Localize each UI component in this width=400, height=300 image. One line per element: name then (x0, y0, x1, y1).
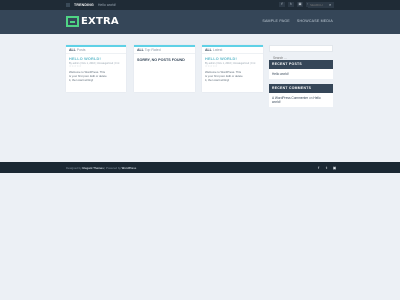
no-posts-message: SORRY, NO POSTS FOUND (137, 58, 185, 62)
search-icon[interactable]: ⌕ (329, 2, 331, 8)
footer-credit: Designed by Elegant Themes | Powered by … (66, 166, 136, 170)
elegant-themes-link[interactable]: Elegant Themes (82, 166, 103, 170)
module-header-strong: ALL (137, 48, 144, 52)
credit-mid: | Powered by (103, 166, 122, 170)
instagram-icon[interactable]: ▣ (332, 165, 337, 170)
posts-module-latest: ALL Latest HELLO WORLD! By admin | Nov 1… (202, 45, 263, 92)
top-bar: TRENDING Hello world! f t ▣ ⊕ ⌕ (0, 0, 400, 10)
module-header: ALL Posts (66, 47, 126, 54)
site-header: EXTRA SAMPLE PAGE SHOWCASE MEDIA (0, 10, 400, 34)
logo-text: EXTRA (81, 16, 119, 27)
posts-module-top-rated: ALL Top Rated SORRY, NO POSTS FOUND (134, 45, 195, 92)
footer-social-links: f t ▣ (316, 165, 337, 170)
top-search-input[interactable] (310, 3, 329, 7)
trending-icon (66, 3, 70, 7)
posts-module-all: ALL Posts HELLO WORLD! By admin | Nov 1,… (66, 45, 126, 92)
site-logo[interactable]: EXTRA (66, 16, 119, 27)
recent-post-link[interactable]: Hello world! (272, 72, 330, 76)
wordpress-link[interactable]: WordPress (122, 166, 137, 170)
trending-bar: TRENDING Hello world! (66, 2, 116, 8)
recent-comments-list: A WordPress Commenter on Hello world! (269, 93, 333, 107)
module-header-strong: ALL (205, 48, 212, 52)
nav-item-sample-page[interactable]: SAMPLE PAGE (262, 19, 290, 23)
instagram-icon[interactable]: ▣ (297, 2, 303, 7)
recent-posts-title: RECENT POSTS (269, 60, 333, 69)
extra-logo-icon (66, 16, 79, 27)
recent-comments-widget: RECENT COMMENTS A WordPress Commenter on… (269, 84, 333, 107)
post-title-link[interactable]: HELLO WORLD! (202, 54, 263, 61)
post-excerpt: Welcome to WordPress. This is your first… (69, 70, 107, 82)
module-header-label: Posts (75, 48, 86, 52)
sidebar-search-box (269, 45, 333, 61)
twitter-icon[interactable]: t (288, 2, 294, 7)
facebook-icon[interactable]: f (279, 2, 285, 7)
trending-post-link[interactable]: Hello world! (98, 3, 116, 7)
recent-posts-widget: RECENT POSTS Hello world! (269, 60, 333, 79)
credit-prefix: Designed by (66, 166, 83, 170)
module-header-label: Latest (211, 48, 223, 52)
site-footer: Designed by Elegant Themes | Powered by … (0, 162, 400, 173)
main-nav: SAMPLE PAGE SHOWCASE MEDIA (262, 19, 333, 23)
nav-item-showcase-media[interactable]: SHOWCASE MEDIA (297, 19, 333, 23)
module-header: ALL Top Rated (134, 47, 195, 54)
module-header: ALL Latest (202, 47, 263, 54)
post-title-link[interactable]: HELLO WORLD! (66, 54, 126, 61)
recent-posts-list: Hello world! (269, 69, 333, 79)
facebook-icon[interactable]: f (316, 165, 321, 170)
recent-comments-title: RECENT COMMENTS (269, 84, 333, 93)
module-header-strong: ALL (69, 48, 76, 52)
top-search-box: ⌕ (308, 2, 334, 8)
module-header-label: Top Rated (143, 48, 161, 52)
post-excerpt: Welcome to WordPress. This is your first… (205, 70, 243, 82)
twitter-icon[interactable]: t (324, 165, 329, 170)
trending-label: TRENDING (74, 3, 94, 7)
